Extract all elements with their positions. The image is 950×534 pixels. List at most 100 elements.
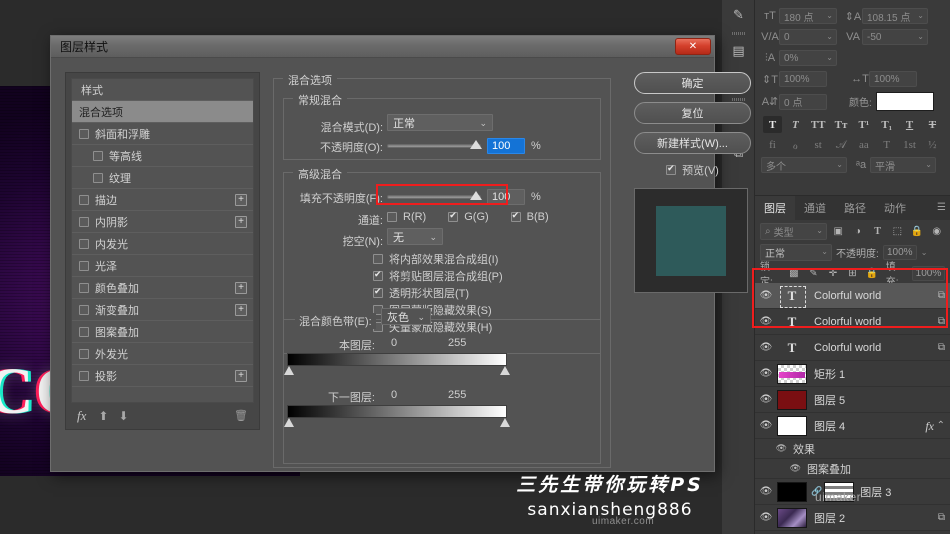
add-effect-icon[interactable]: + (235, 282, 247, 294)
style-checkbox[interactable] (93, 150, 103, 161)
font-style-button-1[interactable]: T (786, 116, 805, 133)
shape-filter-icon[interactable]: ⬚ (889, 223, 906, 240)
opacity-slider[interactable] (387, 140, 482, 149)
advanced-option-checkbox[interactable] (373, 253, 383, 264)
opentype-button-2[interactable]: st (809, 137, 828, 153)
lock-artboard-icon[interactable]: ⊞ (845, 265, 861, 281)
style-checkbox[interactable] (93, 172, 103, 183)
adjustment-filter-icon[interactable]: ◑ (850, 223, 867, 240)
horizontal-scale-field[interactable]: 100% (869, 71, 917, 87)
style-list-item[interactable]: 内阴影 + (72, 211, 253, 233)
lock-image-icon[interactable]: ✎ (806, 265, 822, 281)
channel-option[interactable]: B(B) (510, 210, 549, 223)
dialog-titlebar[interactable]: 图层样式 ✕ (51, 36, 714, 58)
ok-button[interactable]: 确定 (634, 72, 751, 94)
layer-row[interactable]: 👁 T Colorful world ⧉ (755, 335, 950, 361)
style-checkbox[interactable] (79, 282, 89, 293)
style-list-item[interactable]: 混合选项 (72, 101, 253, 123)
this-layer-gradient[interactable] (284, 353, 510, 375)
font-style-button-2[interactable]: TT (809, 116, 828, 133)
advanced-option[interactable]: 将剪贴图层混合成组(P) (373, 269, 503, 283)
eye-icon[interactable]: 👁 (755, 463, 807, 474)
scale-field[interactable]: 0% ⌄ (779, 50, 837, 66)
style-checkbox[interactable] (79, 348, 89, 359)
font-style-button-0[interactable]: T (763, 116, 782, 133)
rail-pen-path-icon[interactable]: ✎ (722, 0, 755, 30)
add-effect-icon[interactable]: + (235, 216, 247, 228)
channel-option[interactable]: G(G) (448, 210, 489, 223)
font-style-button-5[interactable]: T₁ (877, 116, 896, 133)
linked-layer-icon[interactable]: ⧉ (938, 342, 945, 353)
chevron-down-icon[interactable]: ⌄ (921, 248, 928, 257)
opentype-button-5[interactable]: T (877, 137, 896, 153)
style-list-item[interactable]: 纹理 (72, 167, 253, 189)
eye-icon[interactable]: 👁 (755, 342, 777, 353)
text-filter-icon[interactable]: T (869, 223, 886, 240)
lock-position-icon[interactable]: ✛ (825, 265, 841, 281)
next-layer-black-slider[interactable] (284, 418, 294, 427)
reset-button[interactable]: 复位 (634, 102, 751, 124)
text-color-swatch[interactable] (875, 92, 934, 111)
style-list-item[interactable]: 内发光 (72, 233, 253, 255)
preview-row[interactable]: 预览(V) (634, 162, 751, 178)
layer-row[interactable]: 👁 矩形 1 (755, 361, 950, 387)
next-layer-gradient[interactable] (284, 405, 510, 427)
advanced-option[interactable]: 透明形状图层(T) (373, 286, 503, 300)
opentype-button-7[interactable]: ½ (923, 137, 942, 153)
leading-field[interactable]: 108.15 点 ⌄ (862, 8, 928, 24)
layer-effect-item[interactable]: 👁 图案叠加 (755, 459, 950, 479)
blend-if-select[interactable]: 灰色 ⌄ (381, 308, 431, 325)
fill-opacity-slider-thumb[interactable] (470, 191, 482, 200)
close-icon[interactable]: ✕ (675, 38, 711, 55)
language-select[interactable]: 多个 ⌄ (761, 157, 847, 173)
style-list-item[interactable]: 光泽 (72, 255, 253, 277)
preview-checkbox[interactable] (666, 163, 677, 175)
style-checkbox[interactable] (79, 238, 89, 249)
eye-icon[interactable]: 👁 (755, 394, 777, 405)
antialias-select[interactable]: 平滑 ⌄ (870, 157, 936, 173)
advanced-option[interactable]: 将内部效果混合成组(I) (373, 252, 503, 266)
eye-icon[interactable]: 👁 (755, 420, 777, 431)
style-checkbox[interactable] (79, 260, 89, 271)
kerning-field[interactable]: 0 ⌄ (779, 29, 837, 45)
this-layer-black-slider[interactable] (284, 366, 294, 375)
font-style-button-7[interactable]: T (923, 116, 942, 133)
lock-transparent-icon[interactable]: ▩ (786, 265, 802, 281)
eye-icon[interactable]: 👁 (755, 316, 777, 327)
move-up-icon[interactable]: ⬆ (98, 409, 108, 423)
channel-checkbox[interactable] (448, 210, 459, 222)
layer-row[interactable]: 👁 T Colorful world ⧉ (755, 283, 950, 309)
next-layer-white-slider[interactable] (500, 418, 510, 427)
linked-layer-icon[interactable]: ⧉ (938, 290, 945, 301)
blend-mode-select[interactable]: 正常 ⌄ (387, 114, 493, 131)
expand-effects-icon[interactable]: ⌃ (937, 420, 945, 431)
tab-panel-1[interactable]: 通道 (795, 196, 835, 220)
panel-menu-icon[interactable]: ☰ (937, 202, 946, 213)
eye-icon[interactable]: 👁 (755, 512, 777, 523)
style-checkbox[interactable] (79, 128, 89, 139)
style-list-item[interactable]: 描边 + (72, 189, 253, 211)
style-checkbox[interactable] (79, 370, 89, 381)
tab-panel-3[interactable]: 动作 (875, 196, 915, 220)
layer-row[interactable]: 👁 图层 5 (755, 387, 950, 413)
opentype-button-4[interactable]: aa (854, 137, 873, 153)
layer-filter-select[interactable]: ⌕ 类型 ⌄ (760, 222, 827, 240)
eye-icon[interactable]: 👁 (755, 443, 793, 454)
eye-icon[interactable]: 👁 (755, 368, 777, 379)
channel-checkbox[interactable] (510, 210, 521, 222)
linked-layer-icon[interactable]: ⧉ (938, 512, 945, 523)
filter-toggle-icon[interactable]: ◉ (928, 223, 945, 240)
delete-icon[interactable]: 🗑 (234, 409, 248, 422)
style-checkbox[interactable] (79, 216, 89, 227)
add-effect-icon[interactable]: + (235, 304, 247, 316)
layer-row[interactable]: 👁 图层 2 ⧉ (755, 505, 950, 531)
layer-effects-icon[interactable]: fx (925, 419, 934, 434)
add-effect-icon[interactable]: + (235, 370, 247, 382)
this-layer-white-slider[interactable] (500, 366, 510, 375)
knockout-select[interactable]: 无 ⌄ (387, 228, 443, 245)
layer-row[interactable]: 👁 图层 4 fx ⌃ (755, 413, 950, 439)
eye-icon[interactable]: 👁 (755, 486, 777, 497)
style-checkbox[interactable] (79, 326, 89, 337)
opacity-slider-thumb[interactable] (470, 140, 482, 149)
style-list-item[interactable]: 图案叠加 (72, 321, 253, 343)
